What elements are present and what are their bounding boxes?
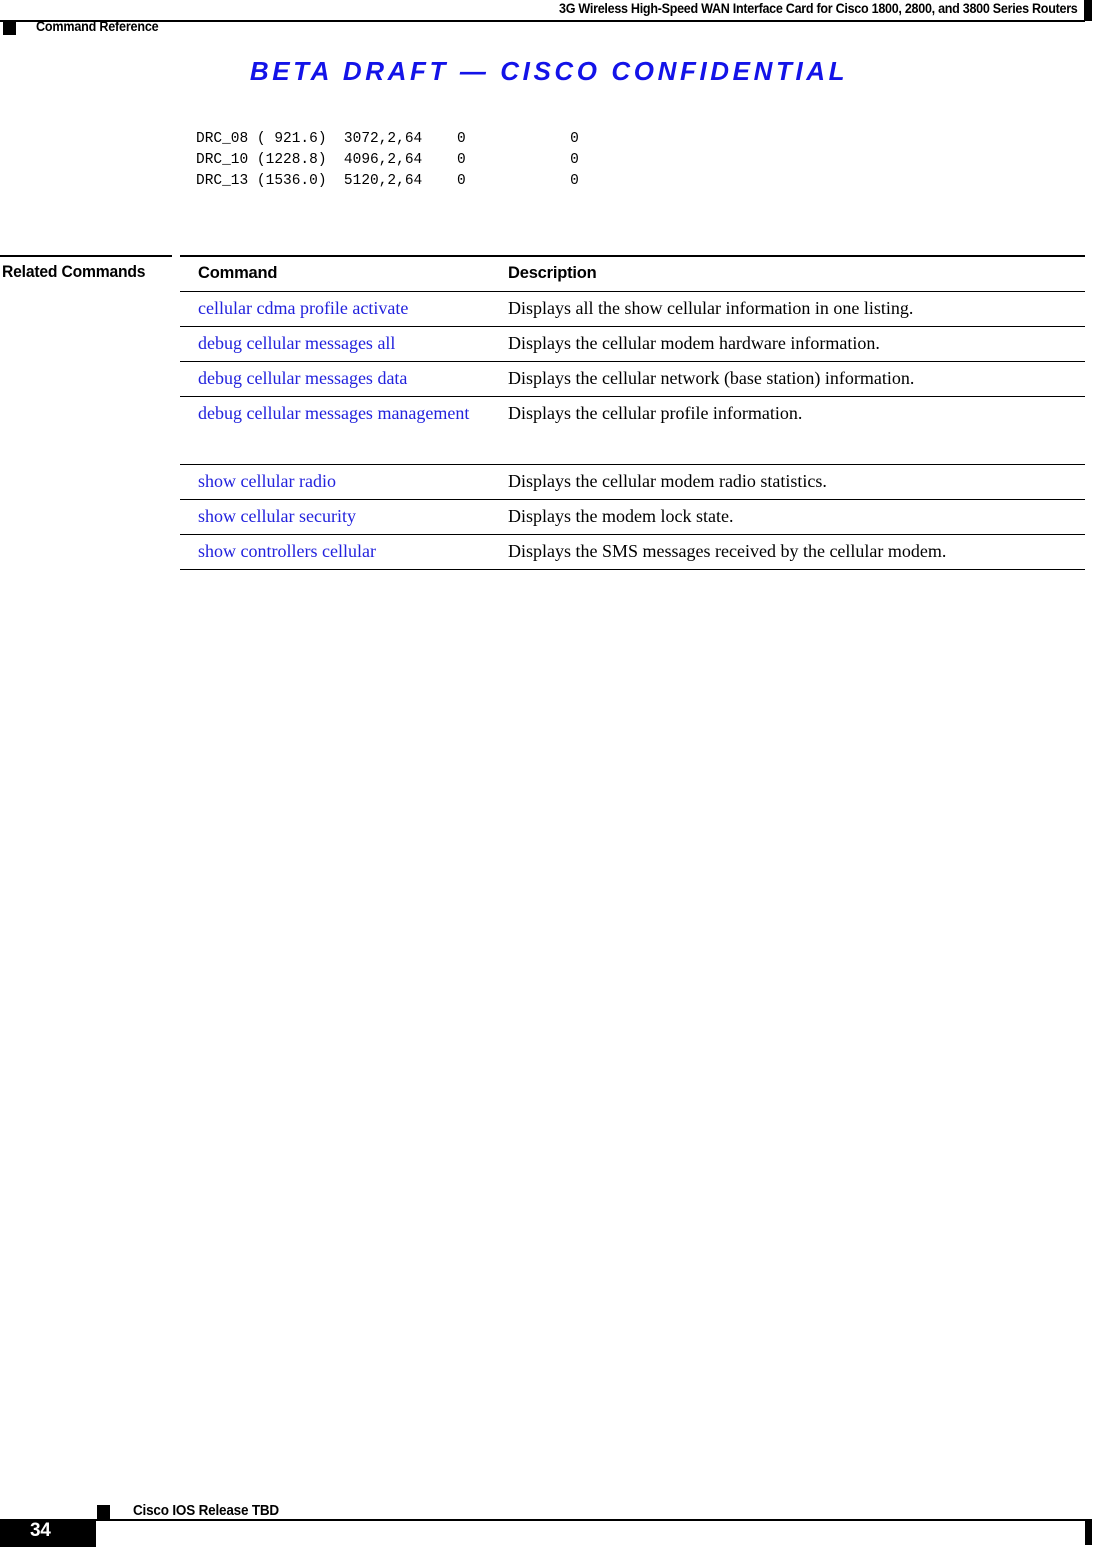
header-right-marker <box>1084 0 1092 21</box>
command-link[interactable]: debug cellular messages data <box>180 361 490 397</box>
table-row: debug cellular messages data Displays th… <box>180 361 1085 397</box>
table-row: debug cellular messages management Displ… <box>180 396 1085 465</box>
command-link[interactable]: debug cellular messages all <box>180 326 490 362</box>
beta-draft-banner: BETA DRAFT — CISCO CONFIDENTIAL <box>249 56 849 86</box>
command-link[interactable]: show controllers cellular <box>180 534 490 570</box>
command-description: Displays the SMS messages received by th… <box>490 534 1085 570</box>
command-description: Displays the modem lock state. <box>490 499 1085 535</box>
table-row: show cellular security Displays the mode… <box>180 499 1085 535</box>
table-row: debug cellular messages all Displays the… <box>180 326 1085 362</box>
command-description: Displays all the show cellular informati… <box>490 291 1085 327</box>
page-number: 34 <box>30 1520 51 1541</box>
column-header-command: Command <box>180 255 490 292</box>
command-description: Displays the cellular modem radio statis… <box>490 464 1085 500</box>
command-link[interactable]: debug cellular messages management <box>180 396 490 465</box>
table-row: cellular cdma profile activate Displays … <box>180 291 1085 327</box>
column-header-description: Description <box>490 255 1085 292</box>
table-row: show cellular radio Displays the cellula… <box>180 464 1085 500</box>
document-title: 3G Wireless High-Speed WAN Interface Car… <box>559 1 1079 16</box>
header-divider-rule <box>0 20 1085 22</box>
footer-release-text: Cisco IOS Release TBD <box>133 1503 279 1519</box>
command-description: Displays the cellular modem hardware inf… <box>490 326 1085 362</box>
page-footer: Cisco IOS Release TBD 34 <box>0 1487 1098 1547</box>
footer-divider-rule <box>0 1519 1092 1521</box>
command-link[interactable]: cellular cdma profile activate <box>180 291 490 327</box>
chapter-bullet-marker <box>3 21 16 35</box>
footer-bullet-marker <box>97 1505 110 1519</box>
chapter-title: Command Reference <box>36 19 159 34</box>
command-description: Displays the cellular profile informatio… <box>490 396 1085 465</box>
command-link[interactable]: show cellular radio <box>180 464 490 500</box>
page-header: 3G Wireless High-Speed WAN Interface Car… <box>0 0 1098 40</box>
section-label-related-commands: Related Commands <box>2 263 146 281</box>
cli-output-block: DRC_08 ( 921.6) 3072,2,64 0 0 DRC_10 (12… <box>196 130 579 189</box>
command-link[interactable]: show cellular security <box>180 499 490 535</box>
section-label-rule <box>0 255 172 257</box>
table-header-row: Command Description <box>180 255 1085 292</box>
command-description: Displays the cellular network (base stat… <box>490 361 1085 397</box>
related-commands-table: Command Description cellular cdma profil… <box>180 255 1085 570</box>
table-row: show controllers cellular Displays the S… <box>180 534 1085 570</box>
footer-right-marker <box>1085 1519 1092 1545</box>
